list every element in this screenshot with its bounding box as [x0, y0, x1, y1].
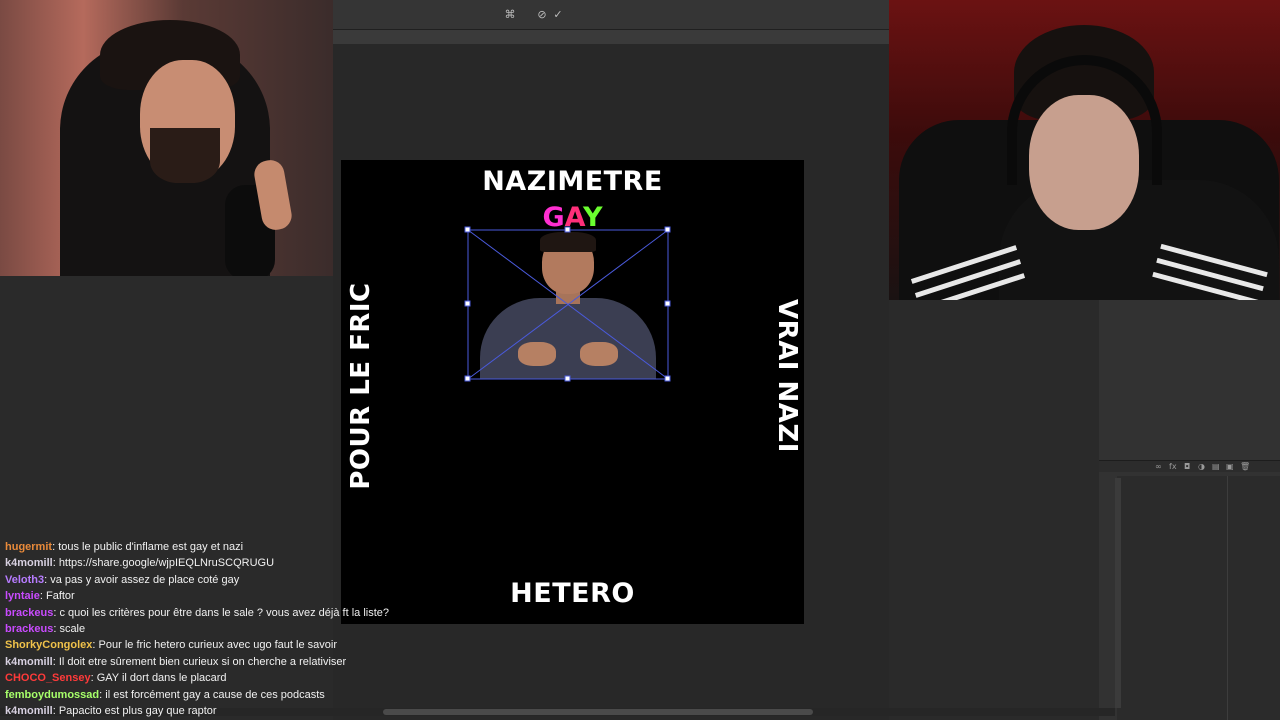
chat-text: c quoi les critères pour être dans le sa… — [59, 606, 390, 619]
chat-username: lyntaie — [5, 590, 40, 603]
chat-username: ShorkyCongolex — [5, 639, 93, 652]
chat-text: scale — [59, 623, 86, 636]
mask-icon[interactable]: ◘ — [1184, 462, 1192, 471]
vertical-scrollbar[interactable] — [1115, 478, 1121, 708]
label-vrai-nazi: VRAI NAZI — [772, 299, 802, 453]
transform-handle — [564, 226, 571, 233]
adjustment-icon[interactable]: ◑ — [1198, 462, 1206, 471]
chat-username: hugermit — [5, 541, 53, 553]
layers-list-panel — [1117, 476, 1280, 720]
free-transform-box[interactable] — [464, 226, 671, 382]
chat-text: GAY il dort dans le placard — [96, 672, 227, 685]
new-layer-icon[interactable]: ▣ — [1226, 462, 1234, 471]
chat-username: brackeus — [5, 606, 54, 619]
chat-text: Papacito est plus gay que raptor — [58, 705, 217, 718]
chat-message: k4momill: Il doit etre sûrement bien cur… — [5, 654, 425, 670]
fx-icon[interactable]: fx — [1169, 462, 1177, 471]
chat-overlay: hugermit: tous le public d'inflame est g… — [5, 539, 425, 720]
cancel-transform-icon[interactable]: ⊘ — [536, 9, 548, 21]
transform-handle — [464, 226, 471, 233]
chat-message: brackeus: c quoi les critères pour être … — [5, 605, 425, 621]
chat-message: k4momill: Papacito est plus gay que rapt… — [5, 703, 425, 719]
chat-username: CHOCO_Sensey — [5, 672, 91, 685]
document-tabs — [333, 30, 889, 44]
chat-text: https://share.google/wjpIEQLNruSCQRUGU — [58, 557, 275, 570]
title-nazimetre: NAZIMETRE — [482, 166, 663, 197]
trash-icon[interactable]: 🗑 — [1240, 462, 1250, 471]
chat-text: Faftor — [45, 590, 75, 603]
streamer-left-beard — [150, 128, 220, 183]
chat-message: femboydumossad: il est forcément gay a c… — [5, 687, 425, 703]
warp-icon[interactable]: ⌘ — [504, 9, 516, 21]
chat-message: ShorkyCongolex: Pour le fric hetero curi… — [5, 637, 425, 653]
transform-handle — [664, 300, 671, 307]
chat-text: va pas y avoir assez de place coté gay — [50, 573, 240, 586]
transform-handle — [664, 226, 671, 233]
chat-text: tous le public d'inflame est gay et nazi — [58, 541, 244, 553]
link-icon[interactable]: ∞ — [1155, 462, 1163, 471]
transform-handle — [464, 300, 471, 307]
layers-footer: ∞ fx ◘ ◑ ▤ ▣ 🗑 — [1099, 460, 1280, 472]
chat-username: k4momill — [5, 705, 53, 718]
chat-username: k4momill — [5, 557, 53, 570]
chat-message: CHOCO_Sensey: GAY il dort dans le placar… — [5, 670, 425, 686]
chat-username: femboydumossad — [5, 688, 100, 701]
chat-username: brackeus — [5, 623, 54, 636]
chat-message: Veloth3: va pas y avoir assez de place c… — [5, 572, 425, 588]
chat-message: k4momill: https://share.google/wjpIEQLNr… — [5, 555, 425, 571]
chat-text: Il doit etre sûrement bien curieux si on… — [58, 655, 347, 668]
chat-message: lyntaie: Faftor — [5, 588, 425, 604]
stream-layout: ⌘ ⊘ ✓ NAZIMETRE GAY POUR LE FRIC VRAI NA… — [0, 0, 1280, 720]
commit-transform-icon[interactable]: ✓ — [552, 9, 564, 21]
chat-username: k4momill — [5, 655, 53, 668]
transform-handle — [464, 375, 471, 382]
webcam-left — [0, 0, 333, 276]
transform-handle — [564, 375, 571, 382]
transform-handle — [664, 375, 671, 382]
webcam-right — [889, 0, 1280, 300]
chat-message: brackeus: scale — [5, 621, 425, 637]
horizontal-scrollbar[interactable] — [383, 709, 813, 715]
folder-icon[interactable]: ▤ — [1212, 462, 1220, 471]
chat-text: Pour le fric hetero curieux avec ugo fau… — [98, 639, 337, 652]
chat-username: Veloth3 — [5, 573, 45, 586]
options-bar: ⌘ ⊘ ✓ — [333, 0, 889, 30]
chat-message: hugermit: tous le public d'inflame est g… — [5, 539, 425, 555]
panel-divider — [1227, 476, 1228, 720]
chat-text: il est forcément gay a cause de ces podc… — [105, 688, 325, 701]
label-pour-le-fric: POUR LE FRIC — [346, 282, 376, 490]
